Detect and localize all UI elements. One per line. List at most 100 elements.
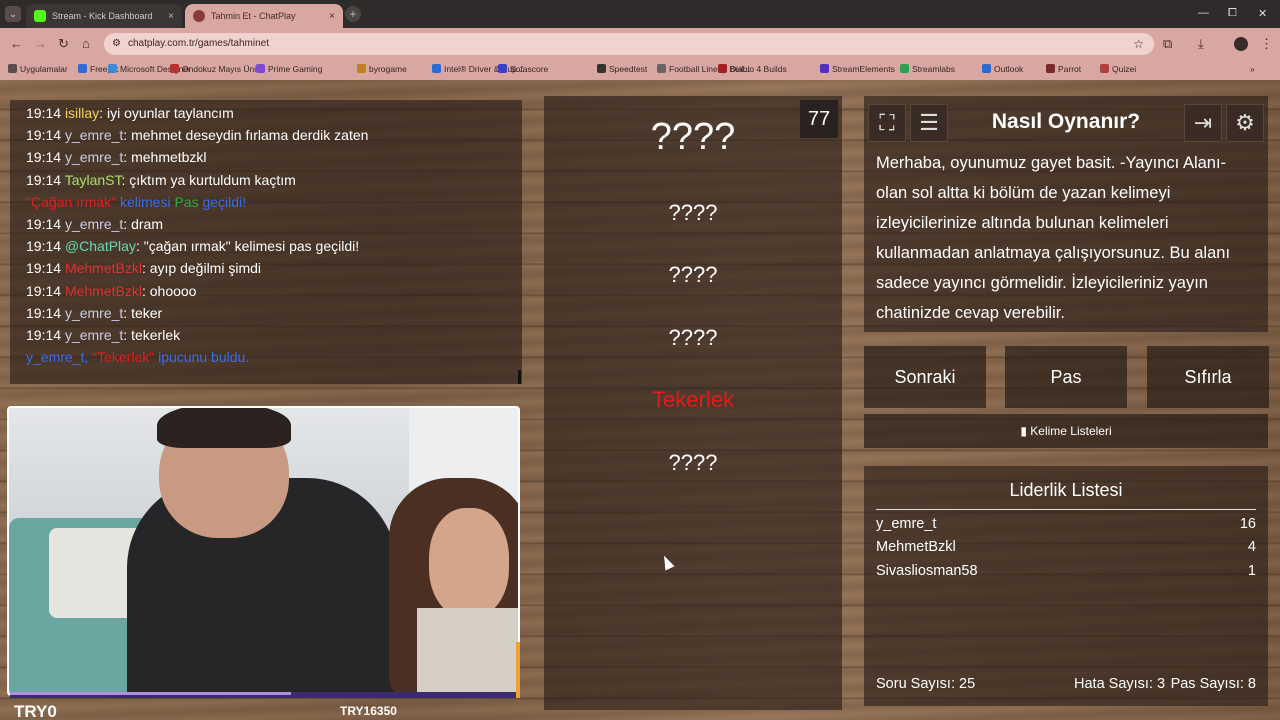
system-text: geçildi!	[198, 193, 247, 210]
bookmark-label: Uygulamalar	[20, 64, 68, 74]
chat-username[interactable]: y_emre_t	[65, 149, 123, 165]
chat-panel: 19:14 isillay: iyi oyunlar taylancım 19:1…	[10, 100, 522, 384]
chat-message: 19:14 y_emre_t: mehmet deseydin fırlama …	[26, 127, 369, 144]
progress-fill	[10, 692, 291, 695]
close-window-button[interactable]: ✕	[1258, 7, 1267, 20]
next-button[interactable]: Sonraki	[864, 346, 986, 408]
chat-username[interactable]: TaylanST	[65, 172, 122, 188]
bookmark-label: Quizei	[1112, 64, 1137, 74]
kick-favicon-icon	[34, 10, 46, 22]
chat-username[interactable]: MehmetBzkl	[65, 283, 142, 299]
chat-time: 19:14	[26, 149, 62, 166]
stream-progress-bar	[10, 642, 520, 698]
bookmark-item[interactable]: Outlook	[982, 64, 1023, 74]
chat-message: 19:14 TaylanST: çıktım ya kurtuldum kaçt…	[26, 171, 296, 188]
chat-text: "çağan ırmak" kelimesi pas geçildi!	[143, 238, 360, 255]
chat-scrollbar[interactable]	[518, 370, 521, 384]
system-text: "Tekerlek"	[92, 349, 155, 366]
bookmark-label: Sofascore	[510, 64, 549, 74]
orange-accent	[516, 642, 520, 698]
bookmark-item[interactable]: Quizei	[1100, 64, 1136, 74]
notebook-icon: ▮	[1020, 424, 1027, 438]
back-arrow-icon[interactable]: ←	[10, 36, 23, 51]
word-slot: ????	[668, 200, 718, 225]
bookmark-favicon-icon	[8, 64, 17, 73]
chat-time: 19:14	[26, 304, 62, 321]
player-name: Sivasliosman58	[876, 563, 978, 579]
home-icon[interactable]: ⌂	[82, 36, 90, 51]
leaderboard-row: y_emre_t 16	[876, 516, 1256, 532]
bookmark-item[interactable]: Streamlabs	[900, 64, 955, 74]
bookmark-item[interactable]: Sofascore	[498, 64, 548, 74]
tab-close-icon[interactable]: ×	[329, 11, 335, 22]
tab-close-icon[interactable]: ×	[168, 11, 174, 22]
bookmark-label: Parrot	[1058, 64, 1082, 74]
bookmark-favicon-icon	[170, 64, 179, 73]
tab-kick-dashboard[interactable]: Stream - Kick Dashboard ×	[26, 4, 182, 28]
url-text: chatplay.com.tr/games/tahminet	[128, 38, 269, 49]
settings-gear-icon[interactable]: ⚙	[1226, 104, 1264, 142]
system-text: kelimesi	[116, 193, 175, 210]
word-lists-button[interactable]: ▮ Kelime Listeleri	[864, 414, 1268, 448]
bookmark-item[interactable]: byrogame	[357, 64, 407, 74]
chat-username[interactable]: y_emre_t	[65, 127, 123, 143]
word-slot-revealed: Tekerlek	[652, 387, 734, 412]
chat-text: teker	[131, 304, 163, 321]
minimize-button[interactable]: —	[1198, 7, 1209, 19]
chat-time: 19:14	[26, 216, 62, 233]
bookmark-star-icon[interactable]: ☆	[1133, 33, 1144, 55]
bookmark-favicon-icon	[718, 64, 727, 73]
more-bookmarks-icon[interactable]: »	[1250, 64, 1255, 74]
pass-button[interactable]: Pas	[1005, 346, 1127, 408]
leaderboard-row: Sivasliosman58 1	[876, 563, 1256, 579]
browser-menu-icon[interactable]: ⋮	[1260, 36, 1273, 52]
extensions-icon[interactable]: ⧉	[1163, 36, 1172, 52]
chat-text: mehmetbzkl	[131, 149, 207, 166]
tab-search-menu[interactable]: ⌄	[5, 6, 21, 22]
bookmark-item[interactable]: Prime Gaming	[256, 64, 322, 74]
chat-username[interactable]: MehmetBzkl	[65, 260, 142, 276]
bookmark-favicon-icon	[1100, 64, 1109, 73]
bookmark-item[interactable]: Parrot	[1046, 64, 1081, 74]
bookmark-item[interactable]: Speedtest	[597, 64, 647, 74]
chat-username[interactable]: y_emre_t	[65, 327, 123, 343]
bookmark-item[interactable]: Ondokuz Mayıs Üni...	[170, 64, 263, 74]
chat-username[interactable]: @ChatPlay	[65, 238, 136, 254]
chat-text: ayıp değilmi şimdi	[149, 260, 262, 277]
reset-button[interactable]: Sıfırla	[1147, 346, 1269, 408]
bookmark-favicon-icon	[1046, 64, 1055, 73]
exit-icon[interactable]: ⇥	[1184, 104, 1222, 142]
chat-time: 19:14	[26, 105, 62, 121]
bookmark-item[interactable]: StreamElements	[820, 64, 895, 74]
question-count: Soru Sayısı: 25	[876, 676, 976, 692]
bookmark-item[interactable]: Diablo 4 Builds	[718, 64, 787, 74]
downloads-icon[interactable]: ⤓	[1198, 36, 1204, 52]
webcam-feed	[7, 406, 520, 696]
site-info-icon[interactable]: ⚙	[112, 33, 121, 55]
how-to-play-text: Merhaba, oyunumuz gayet basit. -Yayıncı …	[876, 154, 1231, 322]
url-field[interactable]: ⚙ chatplay.com.tr/games/tahminet ☆	[104, 33, 1154, 55]
chat-message: 19:14 @ChatPlay: "çağan ırmak" kelimesi …	[26, 238, 360, 255]
bookmark-label: Prime Gaming	[268, 64, 323, 74]
profile-avatar[interactable]	[1234, 37, 1248, 51]
forward-arrow-icon[interactable]: →	[34, 36, 47, 51]
chat-username[interactable]: isillay	[65, 105, 99, 121]
chat-time: 19:14	[26, 171, 62, 188]
bookmark-item[interactable]: Uygulamalar	[8, 64, 68, 74]
person-face-image	[429, 508, 509, 618]
system-text: Pas	[174, 193, 199, 210]
pass-count: Pas Sayısı: 8	[1170, 676, 1256, 692]
maximize-button[interactable]: ⧠	[1228, 7, 1237, 20]
new-tab-button[interactable]: +	[345, 6, 361, 22]
tab-chatplay[interactable]: Tahmin Et - ChatPlay ×	[185, 4, 343, 28]
word-slot: ????	[668, 325, 718, 350]
address-toolbar: ← → ↻ ⌂ ⚙ chatplay.com.tr/games/tahminet…	[0, 28, 1280, 60]
bookmark-favicon-icon	[820, 64, 829, 73]
tab-label: Tahmin Et - ChatPlay	[211, 11, 296, 21]
chat-text: dram	[131, 216, 163, 233]
overlay-label-left: TRY0	[14, 702, 57, 720]
game-page: 19:14 isillay: iyi oyunlar taylancım 19:1…	[0, 80, 1280, 720]
reload-icon[interactable]: ↻	[58, 36, 69, 52]
chat-username[interactable]: y_emre_t	[65, 305, 123, 321]
chat-username[interactable]: y_emre_t	[65, 216, 123, 232]
